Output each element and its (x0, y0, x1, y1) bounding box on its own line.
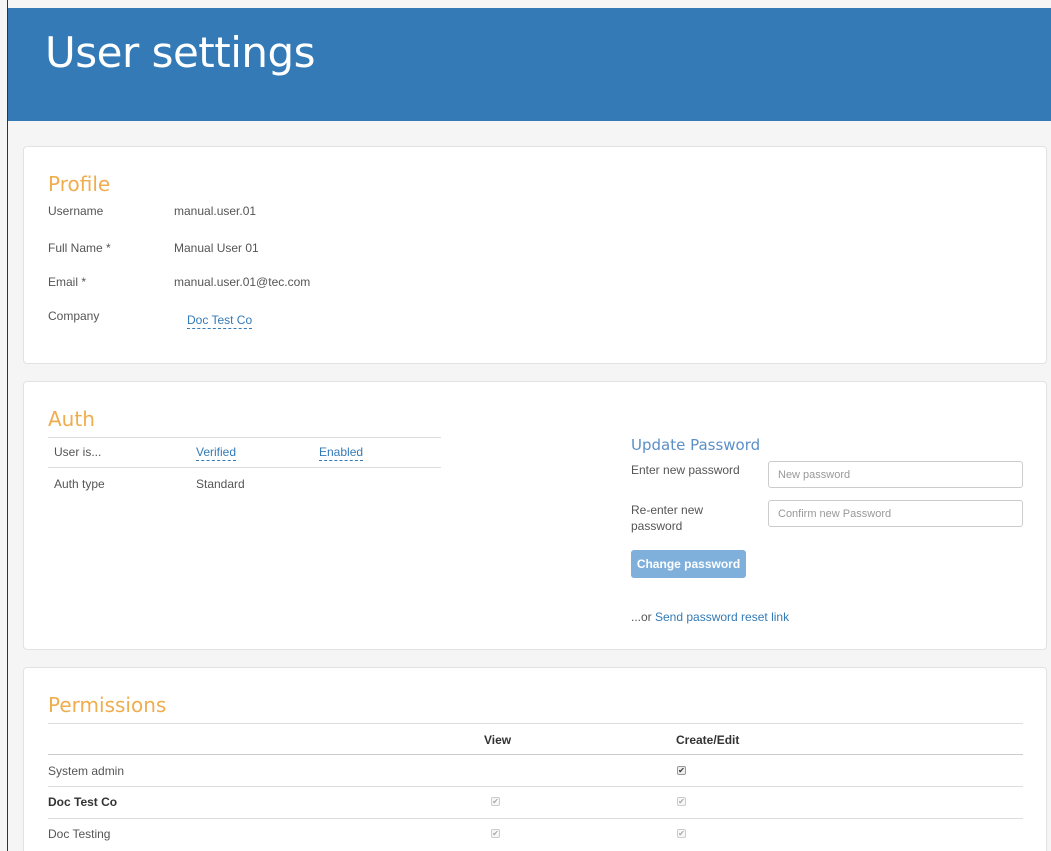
auth-divider-top (48, 437, 441, 438)
username-value: manual.user.01 (174, 204, 257, 218)
page-title: User settings (45, 28, 316, 77)
company-label: Company (48, 309, 100, 323)
permissions-divider-3 (48, 818, 1023, 819)
column-header-create-edit: Create/Edit (676, 733, 740, 747)
full-name-value[interactable]: Manual User 01 (174, 241, 259, 255)
username-label: Username (48, 204, 104, 218)
confirm-password-label: Re-enter new password (631, 503, 704, 533)
enabled-toggle[interactable]: Enabled (319, 445, 364, 461)
permission-row-name: System admin (48, 764, 125, 778)
page-header: User settings (8, 8, 1051, 121)
auth-divider-mid (48, 467, 441, 468)
system-admin-edit-checkbox[interactable]: ✔ (677, 766, 686, 775)
permissions-divider-1 (48, 754, 1023, 755)
full-name-label: Full Name * (48, 241, 111, 255)
permissions-divider-0 (48, 723, 1023, 724)
update-password-title: Update Password (631, 436, 761, 454)
doc-test-co-edit-checkbox[interactable]: ✔ (677, 797, 686, 806)
window-border (7, 0, 8, 851)
new-password-label: Enter new password (631, 463, 740, 477)
auth-type-label: Auth type (54, 477, 105, 491)
permissions-divider-2 (48, 786, 1023, 787)
profile-panel: Profile Username manual.user.01 Full Nam… (23, 146, 1047, 364)
permission-row-name: Doc Testing (48, 827, 111, 841)
permissions-panel: Permissions View Create/Edit System admi… (23, 667, 1047, 851)
confirm-password-input[interactable] (768, 500, 1023, 527)
company-link[interactable]: Doc Test Co (187, 313, 253, 329)
doc-test-co-view-checkbox[interactable]: ✔ (491, 797, 500, 806)
or-text: ...or (631, 610, 652, 624)
permissions-title: Permissions (48, 693, 167, 717)
auth-type-value: Standard (196, 477, 245, 491)
user-is-label: User is... (54, 445, 102, 459)
change-password-button[interactable]: Change password (631, 550, 746, 578)
column-header-view: View (484, 733, 512, 747)
email-label: Email * (48, 275, 87, 289)
new-password-input[interactable] (768, 461, 1023, 488)
doc-testing-edit-checkbox[interactable]: ✔ (677, 829, 686, 838)
send-reset-link[interactable]: Send password reset link (655, 610, 789, 624)
doc-testing-view-checkbox[interactable]: ✔ (491, 829, 500, 838)
profile-title: Profile (48, 172, 111, 196)
auth-title: Auth (48, 407, 95, 431)
permission-row-name: Doc Test Co (48, 795, 118, 809)
verified-toggle[interactable]: Verified (196, 445, 237, 461)
email-value[interactable]: manual.user.01@tec.com (174, 275, 310, 289)
auth-panel: Auth User is... Verified Enabled Auth ty… (23, 381, 1047, 650)
